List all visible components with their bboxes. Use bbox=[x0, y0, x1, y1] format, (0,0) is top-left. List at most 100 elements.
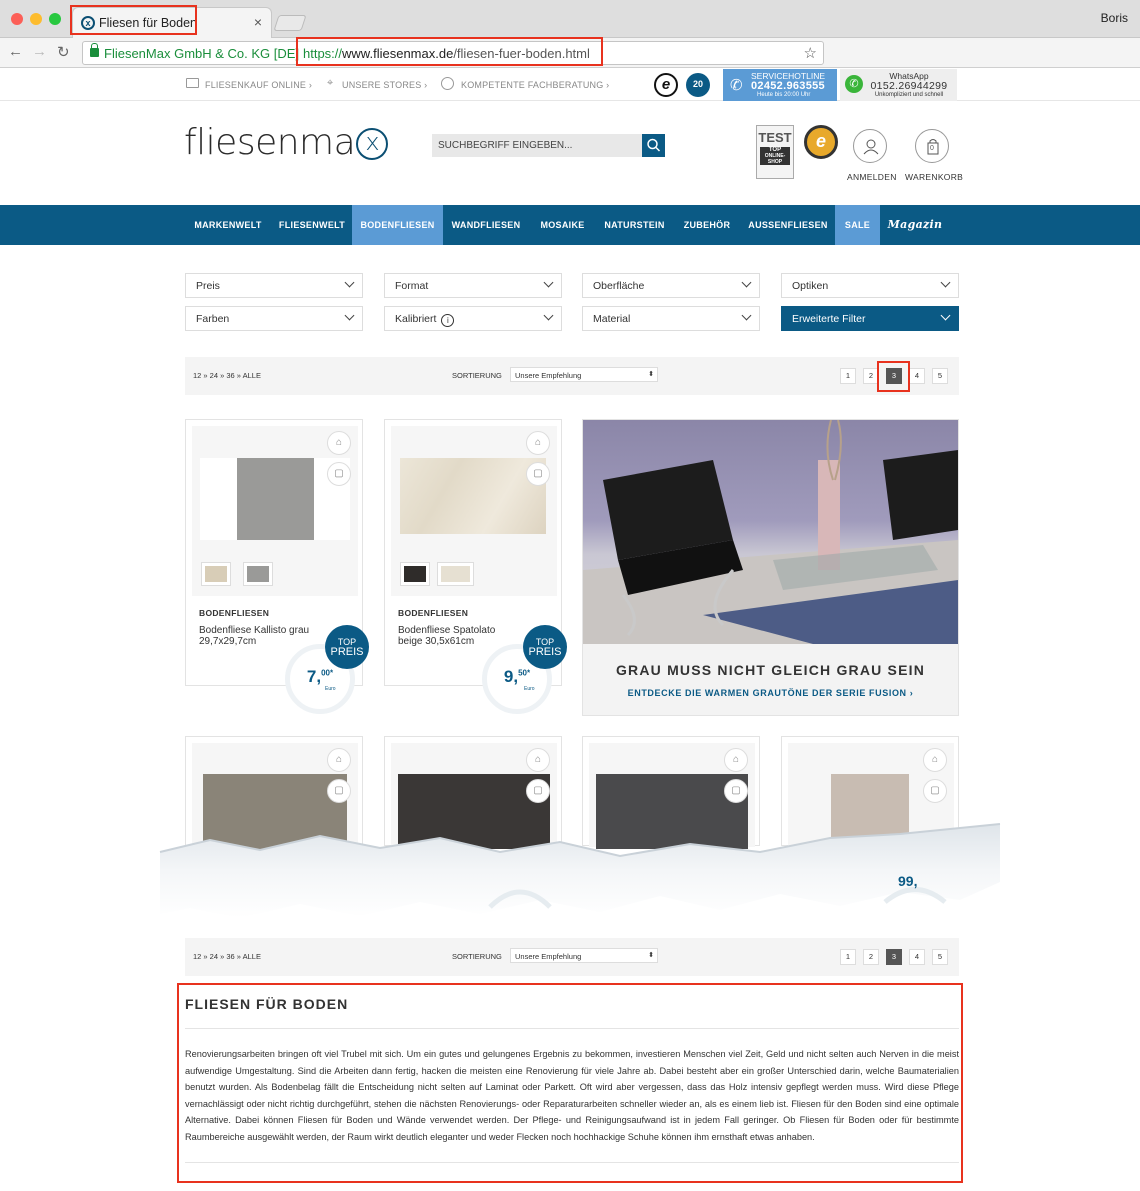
search-icon bbox=[647, 138, 661, 152]
seo-paragraph: Renovierungsarbeiten bringen oft viel Tr… bbox=[185, 1049, 959, 1142]
nav-mosaike[interactable]: MOSAIKE bbox=[529, 205, 596, 245]
close-window-button[interactable] bbox=[11, 13, 23, 25]
promo-banner[interactable]: GRAU MUSS NICHT GLEICH GRAU SEIN ENTDECK… bbox=[582, 419, 959, 716]
room-thumbnail[interactable] bbox=[201, 562, 231, 586]
tile-thumbnail[interactable] bbox=[437, 562, 474, 586]
price-tag-icon[interactable]: ⌂ bbox=[923, 748, 947, 772]
per-page-selector[interactable]: 12 » 24 » 36 » ALLE bbox=[193, 371, 261, 380]
years-badge: 20 bbox=[686, 73, 710, 97]
product-name[interactable]: Bodenfliese Kallisto grau 29,7x29,7cm bbox=[199, 625, 319, 647]
hotline-number: 02452.963555 bbox=[751, 80, 825, 92]
whatsapp-icon: ✆ bbox=[845, 75, 863, 93]
shopping-bag-icon[interactable]: ▢ bbox=[327, 462, 351, 486]
tab-title: Fliesen für Boden bbox=[99, 16, 197, 30]
info-bar: FLIESENKAUF ONLINE › ⌖ UNSERE STORES › K… bbox=[0, 69, 1140, 101]
banner-link[interactable]: ENTDECKE DIE WARMEN GRAUTÖNE DER SERIE F… bbox=[583, 688, 958, 698]
chevron-down-icon bbox=[940, 310, 951, 321]
site-identity: FliesenMax GmbH & Co. KG [DE] bbox=[104, 46, 300, 61]
chevron-down-icon bbox=[543, 277, 554, 288]
price-tag-icon[interactable]: ⌂ bbox=[724, 748, 748, 772]
chevron-down-icon bbox=[344, 277, 355, 288]
top-preis-badge: TOP PREIS bbox=[325, 625, 369, 669]
forward-arrow-icon[interactable]: → bbox=[32, 43, 47, 60]
shopping-bag-icon[interactable]: ▢ bbox=[327, 779, 351, 803]
nav-markenwelt[interactable]: MARKENWELT bbox=[185, 205, 271, 245]
nav-zubehoer[interactable]: ZUBEHÖR bbox=[673, 205, 741, 245]
info-link-online[interactable]: FLIESENKAUF ONLINE › bbox=[205, 80, 312, 90]
login-label[interactable]: ANMELDEN bbox=[847, 172, 897, 182]
sort-label: SORTIERUNG bbox=[452, 952, 502, 961]
nav-sale[interactable]: SALE bbox=[835, 205, 880, 245]
page-3-current[interactable]: 3 bbox=[886, 368, 902, 384]
nav-naturstein[interactable]: NATURSTEIN bbox=[596, 205, 673, 245]
shopping-bag-icon[interactable]: ▢ bbox=[526, 779, 550, 803]
page-1[interactable]: 1 bbox=[840, 949, 856, 965]
cart-button[interactable]: 0 bbox=[915, 129, 949, 163]
product-image[interactable] bbox=[400, 458, 546, 534]
tab-close-icon[interactable]: × bbox=[254, 14, 262, 30]
shopping-bag-icon[interactable]: ▢ bbox=[526, 462, 550, 486]
sort-select[interactable]: Unsere Empfehlung bbox=[510, 367, 658, 382]
product-name[interactable]: Bodenfliese Spatolato beige 30,5x61cm bbox=[398, 625, 518, 647]
whatsapp-button[interactable]: ✆ WhatsApp 0152.26944299 Unkompliziert u… bbox=[840, 69, 957, 101]
nav-wandfliesen[interactable]: WANDFLIESEN bbox=[443, 205, 529, 245]
maximize-window-button[interactable] bbox=[49, 13, 61, 25]
search-button[interactable] bbox=[642, 134, 665, 157]
page-5[interactable]: 5 bbox=[932, 368, 948, 384]
per-page-selector[interactable]: 12 » 24 » 36 » ALLE bbox=[193, 952, 261, 961]
chat-bubble-icon bbox=[441, 77, 454, 90]
profile-name[interactable]: Boris bbox=[1101, 11, 1128, 25]
page-2[interactable]: 2 bbox=[863, 368, 879, 384]
site-logo[interactable]: fliesenma x bbox=[184, 122, 389, 163]
info-link-beratung[interactable]: KOMPETENTE FACHBERATUNG › bbox=[461, 80, 609, 90]
filter-farben[interactable]: Farben bbox=[185, 306, 363, 331]
location-pin-icon: ⌖ bbox=[327, 77, 334, 89]
sort-select[interactable]: Unsere Empfehlung bbox=[510, 948, 658, 963]
reload-icon[interactable]: ↻ bbox=[57, 43, 70, 61]
filter-oberflaeche[interactable]: Oberfläche bbox=[582, 273, 760, 298]
nav-magazin[interactable]: Magazin bbox=[880, 205, 950, 245]
service-hotline-button[interactable]: ✆ SERVICEHOTLINE 02452.963555 Heute bis … bbox=[723, 69, 837, 101]
page-2[interactable]: 2 bbox=[863, 949, 879, 965]
filter-erweitert[interactable]: Erweiterte Filter bbox=[781, 306, 959, 331]
price-tag-icon[interactable]: ⌂ bbox=[526, 748, 550, 772]
divider bbox=[185, 1162, 959, 1163]
whatsapp-note: Unkompliziert und schnell bbox=[874, 92, 944, 98]
filter-format[interactable]: Format bbox=[384, 273, 562, 298]
nav-fliesenwelt[interactable]: FLIESENWELT bbox=[271, 205, 353, 245]
price-tag-icon[interactable]: ⌂ bbox=[526, 431, 550, 455]
trusted-shops-seal: e bbox=[804, 125, 838, 159]
product-category: BODENFLIESEN bbox=[398, 608, 469, 618]
filter-kalibriert[interactable]: Kalibriert i bbox=[384, 306, 562, 331]
info-icon[interactable]: i bbox=[441, 314, 455, 327]
shopping-bag-icon[interactable]: ▢ bbox=[923, 779, 947, 803]
nav-bodenfliesen[interactable]: BODENFLIESEN bbox=[352, 205, 443, 245]
login-button[interactable] bbox=[853, 129, 887, 163]
cart-label[interactable]: WARENKORB bbox=[905, 172, 963, 182]
search-input[interactable]: SUCHBEGRIFF EINGEBEN... bbox=[432, 134, 642, 157]
new-tab-button[interactable] bbox=[273, 15, 307, 31]
minimize-window-button[interactable] bbox=[30, 13, 42, 25]
page-1[interactable]: 1 bbox=[840, 368, 856, 384]
info-link-stores[interactable]: UNSERE STORES › bbox=[342, 80, 427, 90]
page-3-current[interactable]: 3 bbox=[886, 949, 902, 965]
shopping-bag-icon[interactable]: ▢ bbox=[724, 779, 748, 803]
filter-preis[interactable]: Preis bbox=[185, 273, 363, 298]
url-text: https://www.fliesenmax.de/fliesen-fuer-b… bbox=[303, 46, 590, 61]
filter-optiken[interactable]: Optiken bbox=[781, 273, 959, 298]
back-arrow-icon[interactable]: ← bbox=[8, 43, 23, 60]
price-tag-icon[interactable]: ⌂ bbox=[327, 748, 351, 772]
price-tag-icon[interactable]: ⌂ bbox=[327, 431, 351, 455]
browser-tab[interactable]: x Fliesen für Boden × bbox=[72, 7, 272, 38]
tile-thumbnail[interactable] bbox=[243, 562, 273, 586]
page-5[interactable]: 5 bbox=[932, 949, 948, 965]
address-bar[interactable]: FliesenMax GmbH & Co. KG [DE] https://ww… bbox=[82, 41, 824, 65]
bookmark-star-icon[interactable]: ☆ bbox=[804, 44, 817, 62]
page-4[interactable]: 4 bbox=[909, 368, 925, 384]
main-navigation: MARKENWELT FLIESENWELT BODENFLIESEN WAND… bbox=[0, 205, 1140, 245]
page-4[interactable]: 4 bbox=[909, 949, 925, 965]
room-thumbnail[interactable] bbox=[400, 562, 430, 586]
nav-aussenfliesen[interactable]: AUSSENFLIESEN bbox=[741, 205, 835, 245]
user-icon bbox=[863, 139, 879, 155]
filter-material[interactable]: Material bbox=[582, 306, 760, 331]
